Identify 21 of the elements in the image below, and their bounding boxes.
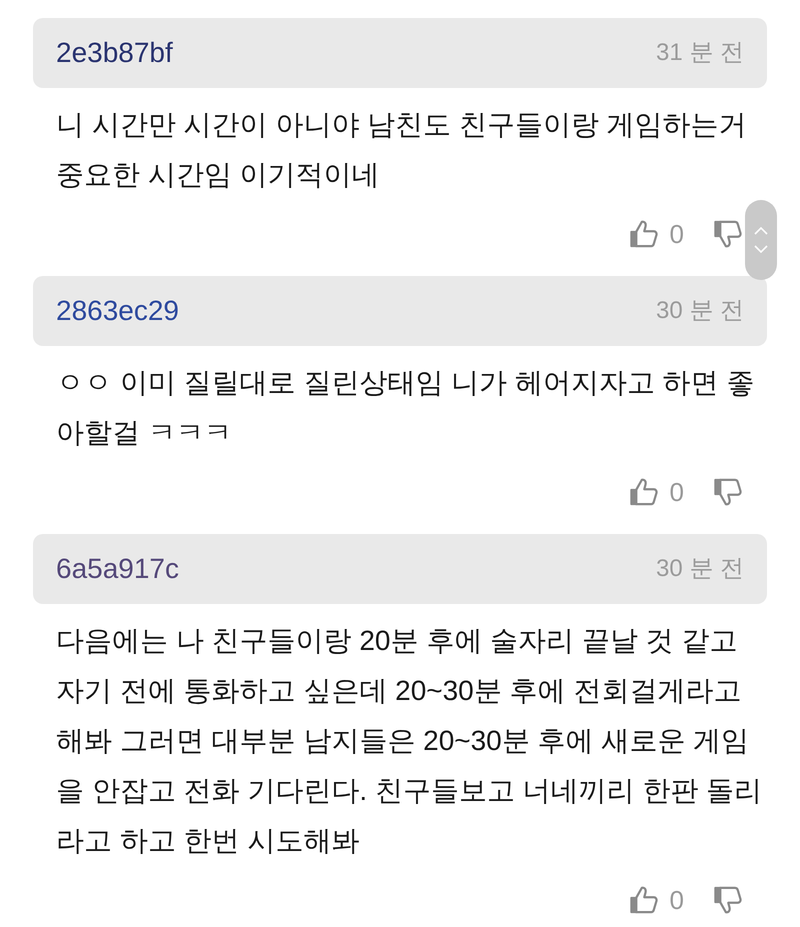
like-button[interactable]: 0 <box>630 478 684 506</box>
thumbs-down-icon <box>714 886 742 914</box>
timestamp: 30 분 전 <box>656 296 744 326</box>
dislike-button[interactable] <box>714 886 742 914</box>
comment-text: 다음에는 나 친구들이랑 20분 후에 술자리 끝날 것 같고 자기 전에 통화하고 싶은데 20~30분 후에 전회걸게라고 해봐 그러면 대부분 남지들은 20~30분 후에 새로운 게임을 안잡고 전화 기다린다. 친구들보고 너네끼리 한판 돌리라고 하고 한번 시도해봐 <box>56 624 764 858</box>
thumbs-up-icon <box>630 886 658 914</box>
thumbs-up-icon <box>630 220 658 248</box>
thumbs-up-icon <box>630 478 658 506</box>
comment-text: 니 시간만 시간이 아니야 남친도 친구들이랑 게임하는거 중요한 시간임 이기적이네 <box>56 108 748 192</box>
comment-text: ㅇㅇ 이미 질릴대로 질린상태임 니가 헤어지자고 하면 좋아할걸 ㅋㅋㅋ <box>56 366 756 450</box>
thumbs-down-icon <box>714 220 742 248</box>
username: 6a5a917c <box>56 552 180 586</box>
dislike-button[interactable] <box>714 220 742 248</box>
like-button[interactable]: 0 <box>630 886 684 914</box>
username: 2863ec29 <box>56 294 180 328</box>
timestamp: 31 분 전 <box>656 38 744 68</box>
username: 2e3b87bf <box>56 36 173 70</box>
like-button[interactable]: 0 <box>630 220 684 248</box>
timestamp: 30 분 전 <box>656 554 744 584</box>
dislike-button[interactable] <box>714 478 742 506</box>
thumbs-down-icon <box>714 478 742 506</box>
